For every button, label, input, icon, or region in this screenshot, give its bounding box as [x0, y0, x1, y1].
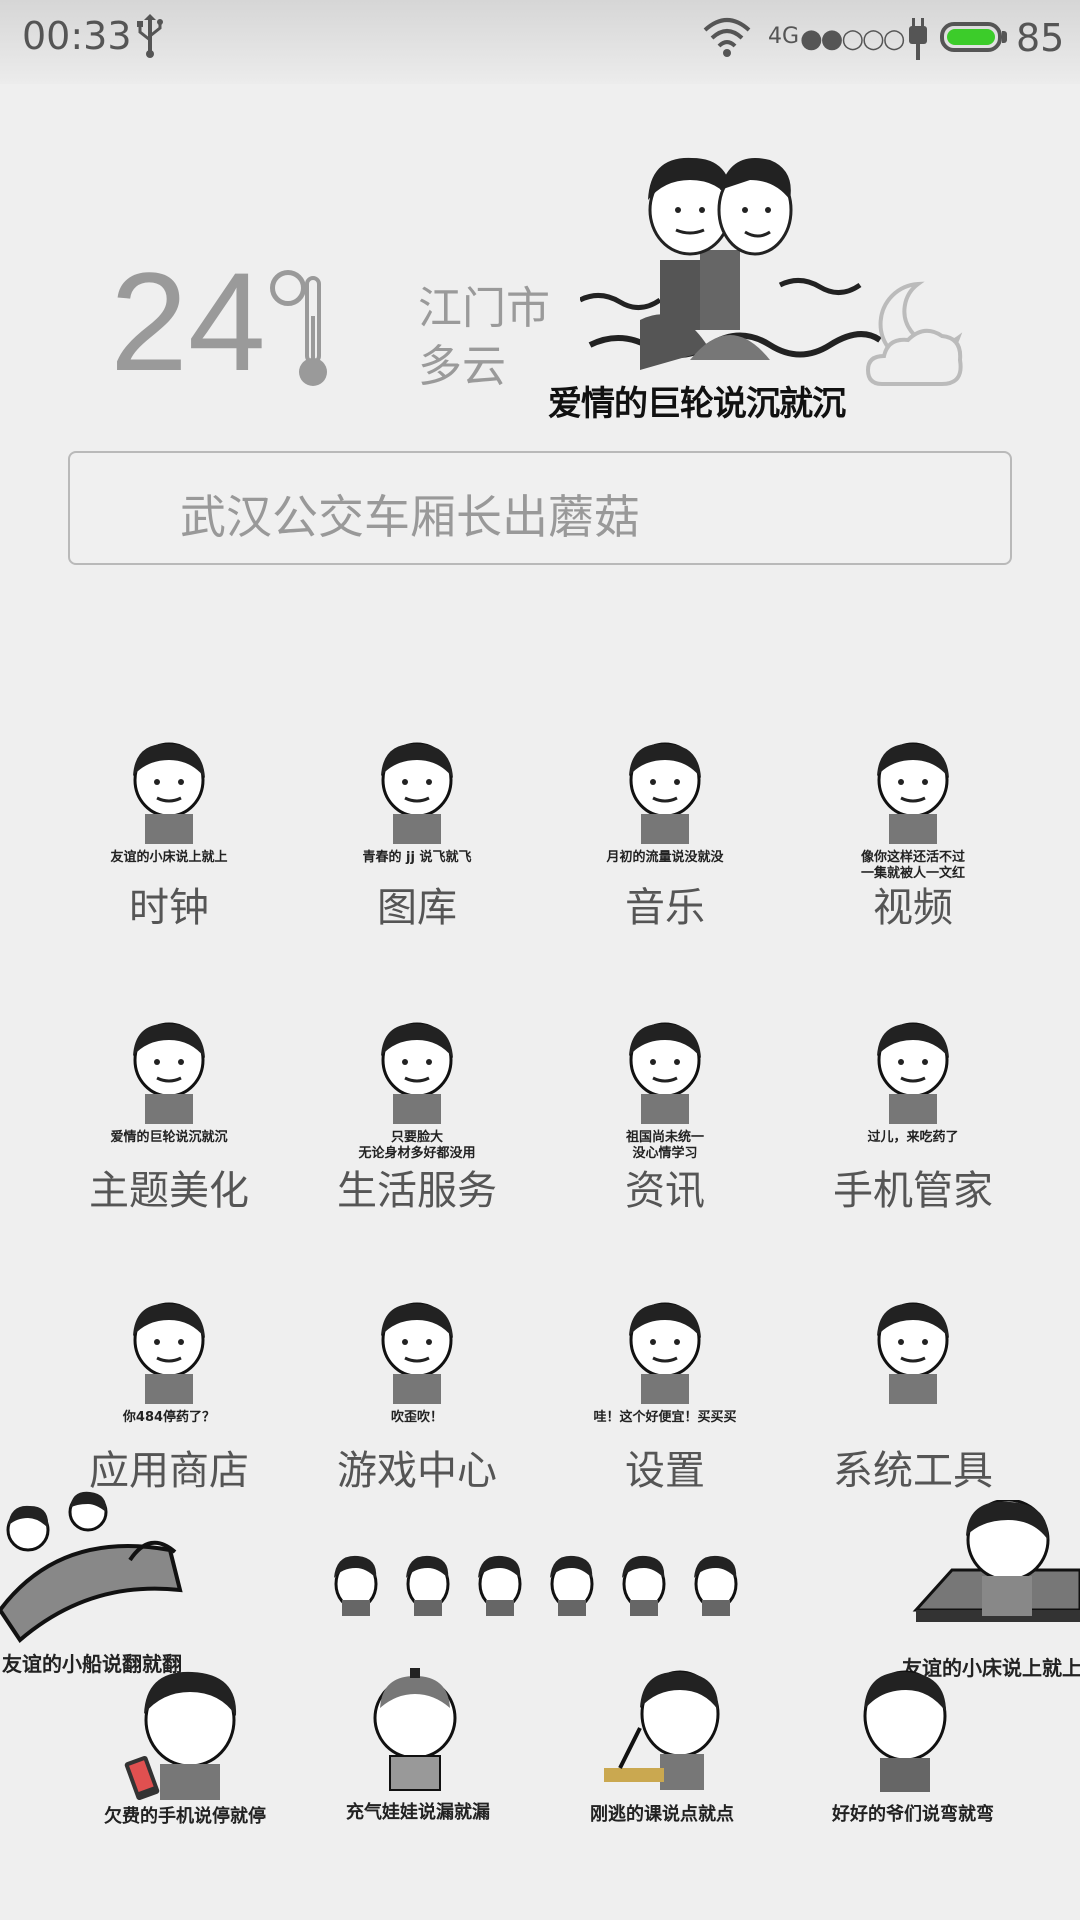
app-meme-caption: 你484停药了？ — [122, 1410, 216, 1425]
meme-class-image — [604, 1670, 720, 1790]
search-bar[interactable]: 武汉公交车厢长出蘑菇 — [68, 451, 1012, 565]
meme-face-icon — [133, 742, 205, 844]
app-meme-caption: 哇！这个好便宜！买买买 — [593, 1410, 737, 1425]
meme-faces-row-image — [334, 1554, 738, 1618]
app-label: 时钟 — [129, 885, 209, 931]
app-meme-caption: 吹歪吹！ — [390, 1410, 443, 1425]
meme-face-icon — [877, 742, 949, 844]
battery-tip — [1002, 31, 1007, 43]
battery-icon — [940, 22, 1002, 52]
class-caption: 刚逃的课说点就点 — [590, 1804, 734, 1825]
meme-face-icon — [629, 1022, 701, 1124]
signal-icon: ●●○○○ — [800, 24, 905, 54]
weather-condition: 多云 — [418, 341, 506, 392]
network-type: 4G — [768, 24, 800, 49]
app-meme-caption: 友谊的小床说上就上 — [110, 850, 228, 865]
app-label: 系统工具 — [833, 1448, 993, 1494]
thermometer-icon — [299, 276, 327, 386]
wifi-icon — [703, 18, 751, 57]
app-label: 游戏中心 — [337, 1448, 497, 1494]
app-label: 生活服务 — [337, 1168, 497, 1214]
status-time: 00:33 — [22, 14, 132, 58]
meme-bed-image — [912, 1500, 1080, 1622]
usb-icon — [137, 14, 163, 58]
meme-boat-image — [0, 1491, 183, 1643]
meme-face-icon — [877, 1022, 949, 1124]
app-label: 应用商店 — [89, 1448, 249, 1494]
meme-face-icon — [877, 1302, 949, 1404]
app-meme-caption: 过儿，来吃药了 — [867, 1130, 959, 1145]
app-meme-caption: 爱情的巨轮说沉就沉 — [110, 1130, 228, 1145]
weather-city: 江门市 — [418, 283, 550, 334]
app-label: 主题美化 — [89, 1168, 249, 1214]
search-hot-word: 武汉公交车厢长出蘑菇 — [180, 490, 640, 544]
charging-icon — [909, 18, 927, 60]
meme-bend-image — [863, 1670, 947, 1792]
app-meme-caption: 青春的 jj 说飞就飞 — [362, 850, 472, 865]
meme-doll-image — [373, 1668, 457, 1791]
doll-caption: 充气娃娃说漏就漏 — [346, 1802, 490, 1823]
temperature: 24 — [110, 243, 266, 400]
app-label: 设置 — [625, 1448, 705, 1494]
app-label: 视频 — [873, 885, 953, 931]
meme-face-icon — [629, 1302, 701, 1404]
meme-face-icon — [381, 1022, 453, 1124]
banner-caption: 爱情的巨轮说沉就沉 — [548, 384, 846, 424]
app-label: 音乐 — [625, 885, 705, 931]
app-label: 资讯 — [625, 1168, 705, 1214]
status-bar: 00:33 4G ●●○○○ 85 — [0, 0, 1080, 84]
app-label: 手机管家 — [833, 1168, 993, 1214]
cloudy-moon-icon — [865, 281, 963, 386]
meme-face-icon — [381, 742, 453, 844]
phone-caption: 欠费的手机说停就停 — [104, 1806, 266, 1827]
meme-face-icon — [133, 1302, 205, 1404]
meme-face-icon — [629, 742, 701, 844]
bend-caption: 好好的爷们说弯就弯 — [832, 1804, 994, 1825]
app-meme-caption: 月初的流量说没就没 — [606, 850, 724, 865]
meme-face-icon — [133, 1022, 205, 1124]
meme-face-icon — [381, 1302, 453, 1404]
battery-level: 85 — [1016, 16, 1065, 60]
app-label: 图库 — [377, 885, 457, 931]
meme-phone-image — [124, 1671, 237, 1800]
